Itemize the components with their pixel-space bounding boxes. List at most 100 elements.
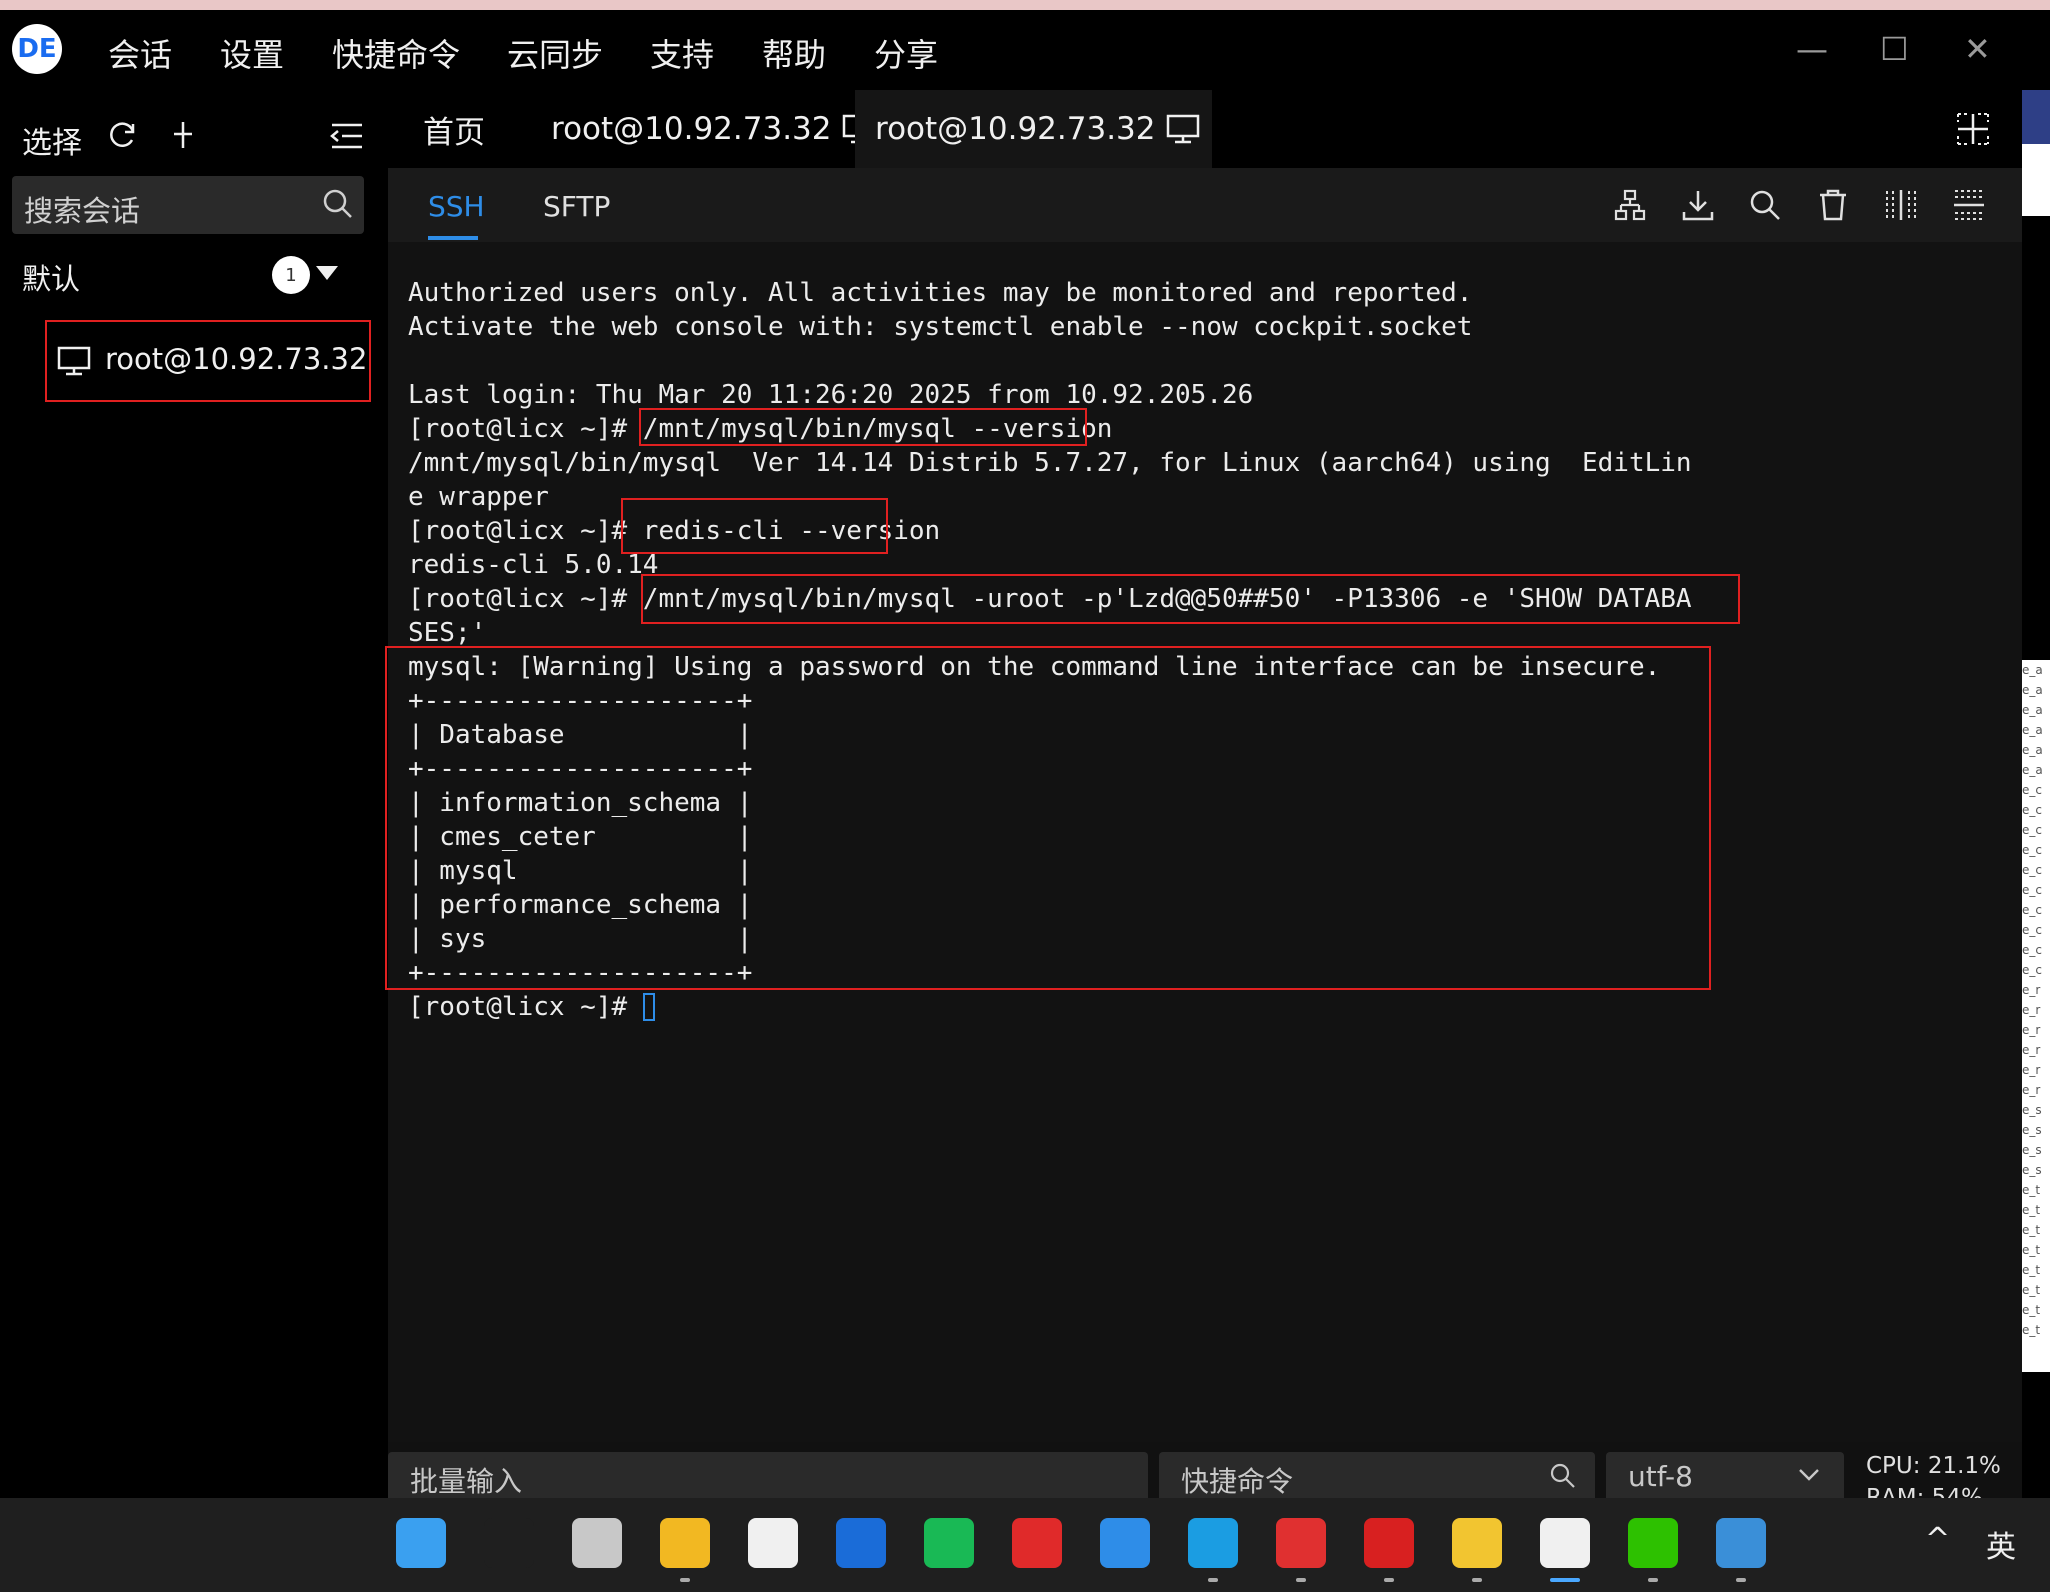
tab-home[interactable]: 首页 xyxy=(423,90,485,168)
search-icon[interactable] xyxy=(322,188,354,220)
chevron-down-icon xyxy=(1799,1469,1819,1481)
background-file-item: e_t xyxy=(2022,1203,2041,1217)
background-file-item: e_c xyxy=(2022,923,2042,937)
windterm-icon[interactable] xyxy=(1540,1518,1590,1568)
menu-help[interactable]: 帮助 xyxy=(762,30,826,76)
tool-icon[interactable] xyxy=(484,1518,534,1568)
myhp-icon[interactable] xyxy=(836,1518,886,1568)
notepad-icon[interactable] xyxy=(1716,1518,1766,1568)
background-file-item: e_r xyxy=(2022,1083,2041,1097)
collapse-sidebar-icon[interactable] xyxy=(330,122,364,150)
background-file-item: e_c xyxy=(2022,863,2042,877)
background-file-item: e_c xyxy=(2022,963,2042,977)
background-file-item: e_c xyxy=(2022,903,2042,917)
background-file-item: e_r xyxy=(2022,1063,2041,1077)
background-file-item: e_s xyxy=(2022,1103,2042,1117)
refresh-icon[interactable] xyxy=(108,120,138,150)
encoding-select[interactable]: utf-8 xyxy=(1606,1452,1844,1498)
cpu-usage: CPU: 21.1% xyxy=(1866,1453,2001,1479)
store-icon[interactable] xyxy=(748,1518,798,1568)
windows-start-icon[interactable] xyxy=(396,1518,446,1568)
taskbar: ^ 英 xyxy=(0,1498,2050,1592)
background-file-item: e_s xyxy=(2022,1143,2042,1157)
iqiyi-icon[interactable] xyxy=(924,1518,974,1568)
session-search[interactable]: 搜索会话 xyxy=(12,176,364,234)
menu-share[interactable]: 分享 xyxy=(874,30,938,76)
running-indicator xyxy=(1648,1578,1658,1582)
file-explorer-icon[interactable] xyxy=(660,1518,710,1568)
maximize-button[interactable]: ☐ xyxy=(1880,30,1909,68)
search-icon[interactable] xyxy=(1748,188,1782,222)
background-file-item: e_a xyxy=(2022,683,2043,697)
background-file-item: e_t xyxy=(2022,1223,2041,1237)
menu-support[interactable]: 支持 xyxy=(650,30,714,76)
tab-sftp[interactable]: SFTP xyxy=(543,190,610,223)
background-file-item: e_c xyxy=(2022,943,2042,957)
close-button[interactable]: ✕ xyxy=(1964,30,1991,68)
terminal[interactable]: Authorized users only. All activities ma… xyxy=(385,242,2022,1442)
wps-icon[interactable] xyxy=(1276,1518,1326,1568)
background-file-item: e_r xyxy=(2022,983,2041,997)
background-file-item: e_c xyxy=(2022,783,2042,797)
sidebar: 选择 搜索会话 默认 1 root@10.92.73.32 xyxy=(0,90,385,1498)
menu-session[interactable]: 会话 xyxy=(108,30,172,76)
network-icon[interactable] xyxy=(1613,188,1647,222)
background-file-item: e_a xyxy=(2022,763,2043,777)
trash-icon[interactable] xyxy=(1816,188,1850,222)
help-icon[interactable] xyxy=(1100,1518,1150,1568)
tab-ssh[interactable]: SSH xyxy=(428,190,485,223)
qq-game-icon[interactable] xyxy=(1452,1518,1502,1568)
background-file-item: e_a xyxy=(2022,703,2043,717)
background-file-item: e_c xyxy=(2022,803,2042,817)
session-search-input[interactable]: 搜索会话 xyxy=(24,188,140,230)
background-file-item: e_t xyxy=(2022,1243,2041,1257)
background-file-item: e_c xyxy=(2022,823,2042,837)
minimize-button[interactable]: — xyxy=(1796,30,1828,68)
menu-quick-commands[interactable]: 快捷命令 xyxy=(332,30,460,76)
monitor-icon xyxy=(57,346,91,376)
search-icon[interactable] xyxy=(1549,1462,1577,1490)
layout-grid-icon[interactable] xyxy=(1956,112,1990,146)
background-file-item: e_t xyxy=(2022,1263,2041,1277)
select-button[interactable]: 选择 xyxy=(22,118,82,162)
bottom-bar: 批量输入 快捷命令 utf-8 CPU: 21.1% RAM: 54% xyxy=(388,1442,2022,1511)
session-subbar: SSH SFTP xyxy=(388,168,2022,242)
terminal-cursor xyxy=(642,993,655,1021)
background-file-item: e_t xyxy=(2022,1323,2041,1337)
background-file-item: e_a xyxy=(2022,663,2043,677)
session-item[interactable]: root@10.92.73.32 xyxy=(45,320,371,402)
split-vertical-icon[interactable] xyxy=(1884,188,1918,222)
app-window: DE 会话 设置 快捷命令 云同步 支持 帮助 分享 — ☐ ✕ 选择 搜索会话 xyxy=(0,10,2022,1511)
tab-session-2[interactable]: root@10.92.73.32 xyxy=(855,90,1212,168)
monitor-icon xyxy=(1166,114,1199,144)
session-item-label: root@10.92.73.32 xyxy=(105,342,368,376)
batch-input[interactable]: 批量输入 xyxy=(388,1452,1148,1498)
download-icon[interactable] xyxy=(1681,188,1715,222)
running-indicator xyxy=(1384,1578,1394,1582)
wechat-icon[interactable] xyxy=(1628,1518,1678,1568)
background-file-item: e_t xyxy=(2022,1283,2041,1297)
background-file-item: e_a xyxy=(2022,723,2043,737)
chevron-up-icon[interactable]: ^ xyxy=(1925,1522,1950,1557)
active-tab-indicator xyxy=(428,236,478,240)
desktop-top-strip xyxy=(0,0,2050,10)
background-file-item: e_r xyxy=(2022,1003,2041,1017)
split-horizontal-icon[interactable] xyxy=(1952,188,1986,222)
tab-session-1[interactable]: root@10.92.73.32 xyxy=(551,90,884,168)
chevron-down-icon[interactable] xyxy=(316,266,338,280)
add-session-icon[interactable] xyxy=(170,120,196,150)
menu-cloud-sync[interactable]: 云同步 xyxy=(507,30,603,76)
running-indicator xyxy=(1550,1578,1580,1582)
quick-command-input[interactable]: 快捷命令 xyxy=(1159,1452,1595,1498)
tab-bar: 首页 root@10.92.73.32 root@10.92.73.32 xyxy=(385,90,2022,168)
background-file-item: e_t xyxy=(2022,1303,2041,1317)
ime-indicator[interactable]: 英 xyxy=(1986,1522,2016,1566)
group-default[interactable]: 默认 xyxy=(22,256,80,298)
edge-icon[interactable] xyxy=(1188,1518,1238,1568)
xuexi-icon[interactable] xyxy=(1364,1518,1414,1568)
background-file-item: e_a xyxy=(2022,743,2043,757)
background-file-list: e_a e_a e_a e_a e_a e_a e_c e_c e_c e_c e_c e_c e_c e… xyxy=(2022,660,2050,1372)
task-view-icon[interactable] xyxy=(572,1518,622,1568)
menu-settings[interactable]: 设置 xyxy=(220,30,284,76)
netease-music-icon[interactable] xyxy=(1012,1518,1062,1568)
